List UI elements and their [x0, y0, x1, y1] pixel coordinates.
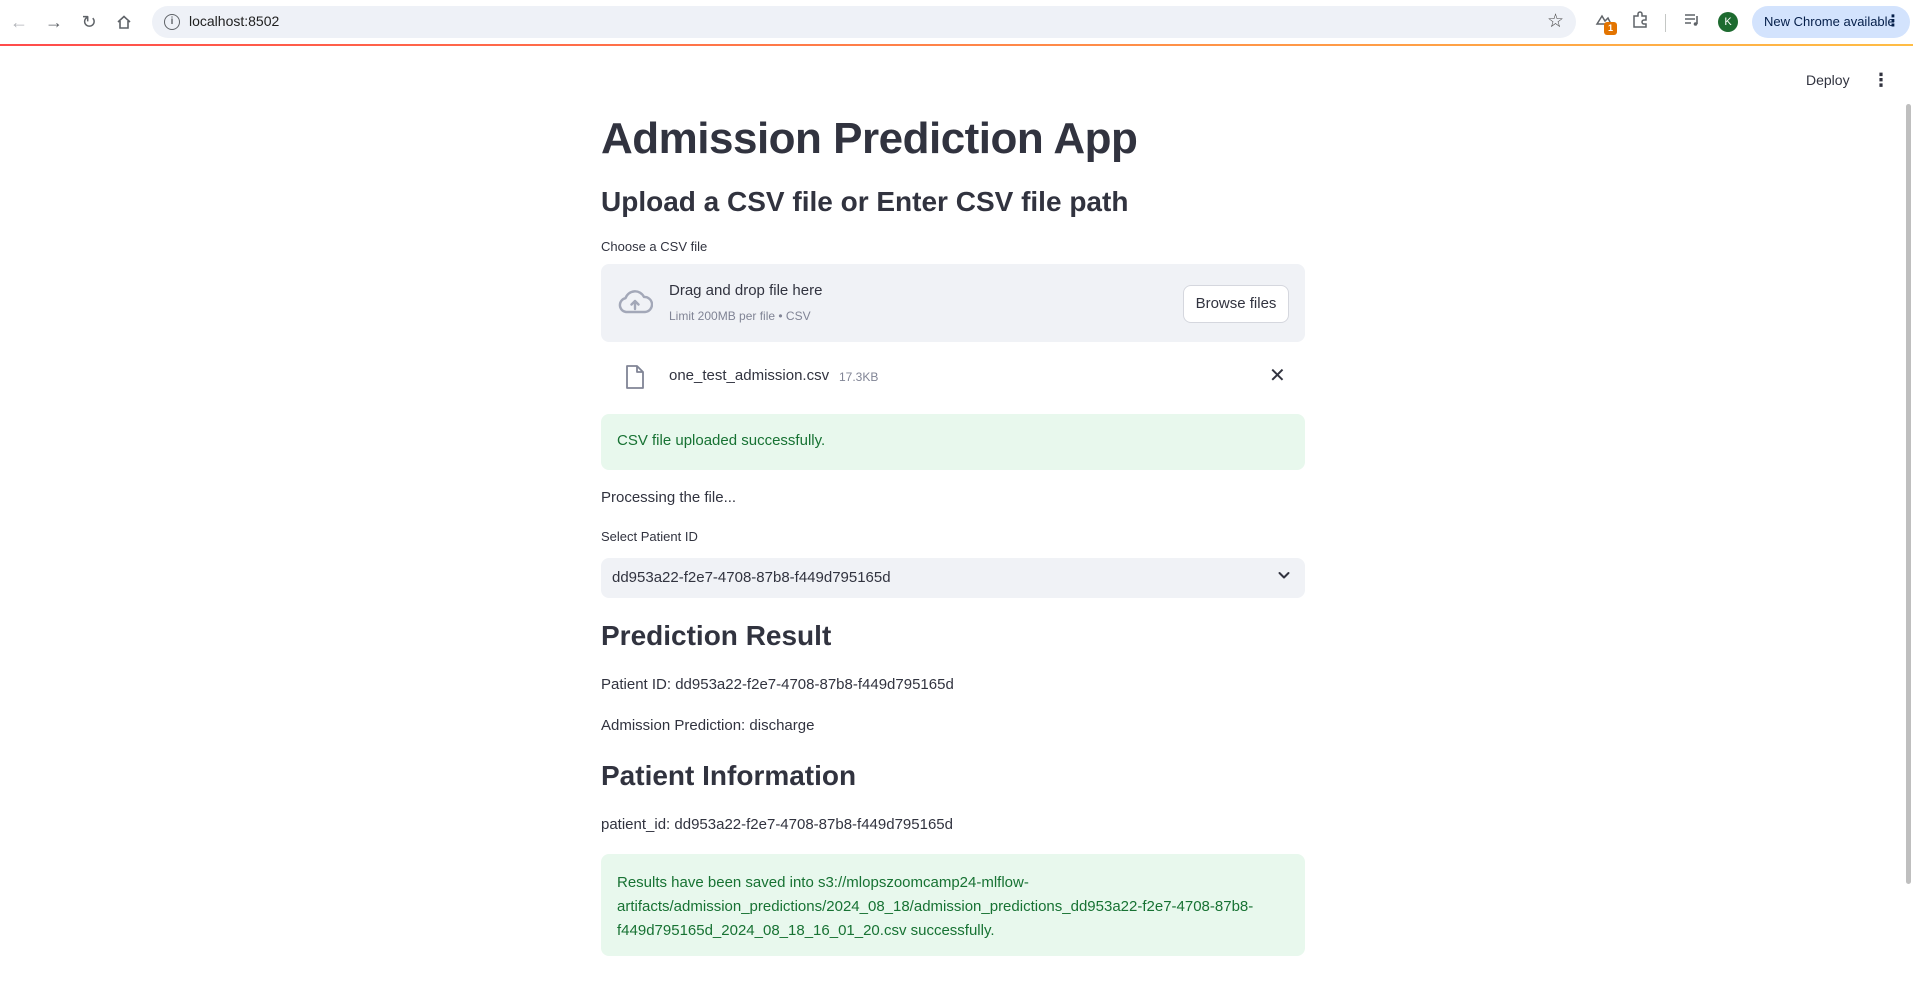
- app-top-decoration: [0, 44, 1913, 46]
- upload-success-text: CSV file uploaded successfully.: [617, 432, 826, 449]
- extension-badge: 1: [1604, 22, 1617, 35]
- patient-id-result: Patient ID: dd953a22-f2e7-4708-87b8-f449…: [601, 676, 954, 693]
- reload-icon[interactable]: ↻: [75, 8, 103, 36]
- admission-prediction-result: Admission Prediction: discharge: [601, 717, 815, 734]
- upload-heading: Upload a CSV file or Enter CSV file path: [601, 186, 1129, 217]
- browse-files-button[interactable]: Browse files: [1183, 285, 1289, 323]
- chrome-update-label: New Chrome available: [1764, 14, 1895, 29]
- prediction-heading: Prediction Result: [601, 620, 832, 651]
- page-title: Admission Prediction App: [601, 114, 1138, 163]
- profile-avatar[interactable]: K: [1718, 12, 1738, 32]
- results-saved-alert: Results have been saved into s3://mlopsz…: [601, 854, 1305, 956]
- back-icon[interactable]: ←: [5, 8, 33, 36]
- patient-info-heading: Patient Information: [601, 760, 857, 791]
- file-icon: [626, 365, 644, 389]
- uploader-label: Choose a CSV file: [601, 239, 708, 254]
- home-icon[interactable]: [110, 8, 138, 36]
- chrome-menu-icon[interactable]: ⋮: [1885, 6, 1901, 38]
- processing-text: Processing the file...: [601, 489, 737, 506]
- uploaded-file-name: one_test_admission.csv: [669, 367, 830, 384]
- cloud-upload-icon: [618, 290, 653, 314]
- patient-id-select[interactable]: dd953a22-f2e7-4708-87b8-f449d795165d: [601, 558, 1305, 598]
- forward-icon[interactable]: →: [40, 8, 68, 36]
- chevron-down-icon: [1278, 572, 1290, 579]
- bookmark-star-icon[interactable]: ☆: [1547, 10, 1564, 33]
- deploy-button[interactable]: Deploy: [1806, 72, 1850, 88]
- results-saved-text: Results have been saved into s3://mlopsz…: [617, 874, 1254, 939]
- chrome-update-button[interactable]: New Chrome available ⋮: [1752, 6, 1910, 38]
- dropzone-title: Drag and drop file here: [669, 282, 823, 299]
- toolbar-divider: [1665, 14, 1666, 32]
- uploaded-file-row: one_test_admission.csv 17.3KB ✕: [601, 358, 1305, 398]
- site-info-icon[interactable]: i: [164, 14, 180, 30]
- select-patient-label: Select Patient ID: [601, 529, 698, 544]
- upload-success-alert: CSV file uploaded successfully.: [601, 414, 1305, 470]
- selected-patient-id: dd953a22-f2e7-4708-87b8-f449d795165d: [612, 569, 891, 586]
- main-menu-icon[interactable]: ⋮: [1872, 70, 1890, 91]
- address-bar[interactable]: i localhost:8502 ☆: [152, 6, 1576, 38]
- media-controls-icon[interactable]: [1680, 10, 1704, 34]
- page-scrollbar[interactable]: [1906, 104, 1911, 884]
- file-dropzone[interactable]: Drag and drop file here Limit 200MB per …: [601, 264, 1305, 342]
- remove-file-close-icon[interactable]: ✕: [1269, 363, 1286, 388]
- url-text[interactable]: localhost:8502: [189, 13, 279, 29]
- browser-toolbar: ← → ↻ i localhost:8502 ☆ 1 K New Chrome …: [0, 0, 1913, 44]
- dropzone-limit: Limit 200MB per file • CSV: [669, 309, 811, 323]
- extensions-puzzle-icon[interactable]: [1628, 10, 1652, 34]
- patient-info-id: patient_id: dd953a22-f2e7-4708-87b8-f449…: [601, 816, 953, 833]
- uploaded-file-size: 17.3KB: [839, 370, 879, 384]
